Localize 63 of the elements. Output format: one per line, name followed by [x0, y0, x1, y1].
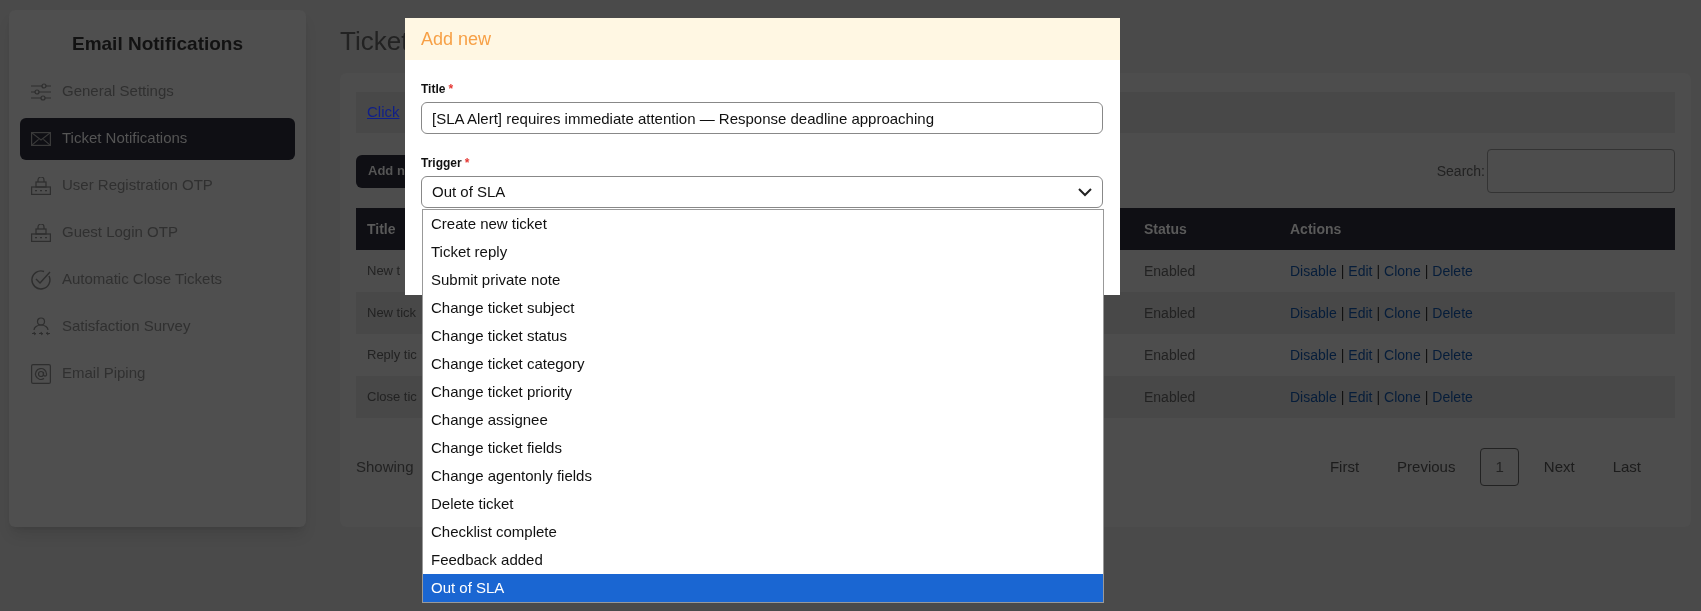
notice-link[interactable]: Click: [367, 101, 400, 124]
separator: |: [1340, 345, 1345, 365]
separator: |: [1424, 345, 1429, 365]
separator: |: [1424, 261, 1429, 281]
dropdown-option[interactable]: Change assignee: [423, 406, 1103, 434]
column-header: Actions: [1290, 220, 1342, 237]
action-link[interactable]: Disable: [1290, 260, 1337, 282]
person-stars-icon: [31, 316, 51, 337]
action-link[interactable]: Disable: [1290, 344, 1337, 366]
sidebar-title: Email Notifications: [71, 32, 244, 56]
required-mark: *: [464, 155, 470, 172]
column-header: Title: [367, 220, 396, 237]
action-link[interactable]: Clone: [1384, 386, 1421, 408]
action-link[interactable]: Clone: [1384, 260, 1421, 282]
action-link[interactable]: Edit: [1348, 302, 1373, 324]
field-label: Title: [421, 81, 446, 98]
dropdown-option[interactable]: Change ticket status: [423, 322, 1103, 350]
title-input[interactable]: [SLA Alert] requires immediate attention — Response deadline approaching: [421, 102, 1103, 134]
dropdown-option[interactable]: Feedback added: [423, 546, 1103, 574]
separator: |: [1340, 261, 1345, 281]
dropdown-option[interactable]: Create new ticket: [423, 210, 1103, 238]
separator: |: [1376, 261, 1381, 281]
action-link[interactable]: Edit: [1348, 260, 1373, 282]
dropdown-option[interactable]: Out of SLA: [423, 574, 1103, 602]
action-link[interactable]: Disable: [1290, 386, 1337, 408]
dropdown-option[interactable]: Change agentonly fields: [423, 462, 1103, 490]
separator: |: [1340, 303, 1345, 323]
separator: |: [1376, 345, 1381, 365]
separator: |: [1376, 303, 1381, 323]
sliders-icon: [31, 82, 51, 101]
action-link[interactable]: Disable: [1290, 302, 1337, 324]
sidebar-item[interactable]: Ticket Notifications: [20, 117, 295, 160]
separator: |: [1424, 387, 1429, 407]
action-link[interactable]: Clone: [1384, 302, 1421, 324]
action-link[interactable]: Delete: [1432, 386, 1473, 408]
separator: |: [1340, 387, 1345, 407]
separator: |: [1424, 303, 1429, 323]
dropdown-option[interactable]: Ticket reply: [423, 238, 1103, 266]
required-mark: *: [448, 81, 454, 98]
lock-keypad-icon: [31, 223, 51, 242]
dropdown-option[interactable]: Delete ticket: [423, 490, 1103, 518]
at-sign-icon: [31, 363, 51, 384]
action-link[interactable]: Edit: [1348, 344, 1373, 366]
lock-keypad-icon: [31, 176, 51, 195]
dropdown-option[interactable]: Change ticket fields: [423, 434, 1103, 462]
action-link[interactable]: Clone: [1384, 344, 1421, 366]
action-link[interactable]: Delete: [1432, 302, 1473, 324]
column-header: Status: [1144, 220, 1187, 237]
dropdown-option[interactable]: Checklist complete: [423, 518, 1103, 546]
action-link[interactable]: Edit: [1348, 386, 1373, 408]
action-link[interactable]: Delete: [1432, 344, 1473, 366]
dropdown-option[interactable]: Change ticket category: [423, 350, 1103, 378]
dropdown-option[interactable]: Change ticket priority: [423, 378, 1103, 406]
action-link[interactable]: Delete: [1432, 260, 1473, 282]
check-circle-icon: [31, 269, 51, 290]
dropdown-option[interactable]: Change ticket subject: [423, 294, 1103, 322]
search-field[interactable]: [1487, 149, 1675, 193]
trigger-select[interactable]: Out of SLA: [421, 176, 1103, 208]
dropdown-option[interactable]: Submit private note: [423, 266, 1103, 294]
modal-title: Add new: [421, 27, 492, 51]
envelope-icon: [31, 131, 51, 146]
chevron-down-icon: [1078, 187, 1092, 197]
separator: |: [1376, 387, 1381, 407]
